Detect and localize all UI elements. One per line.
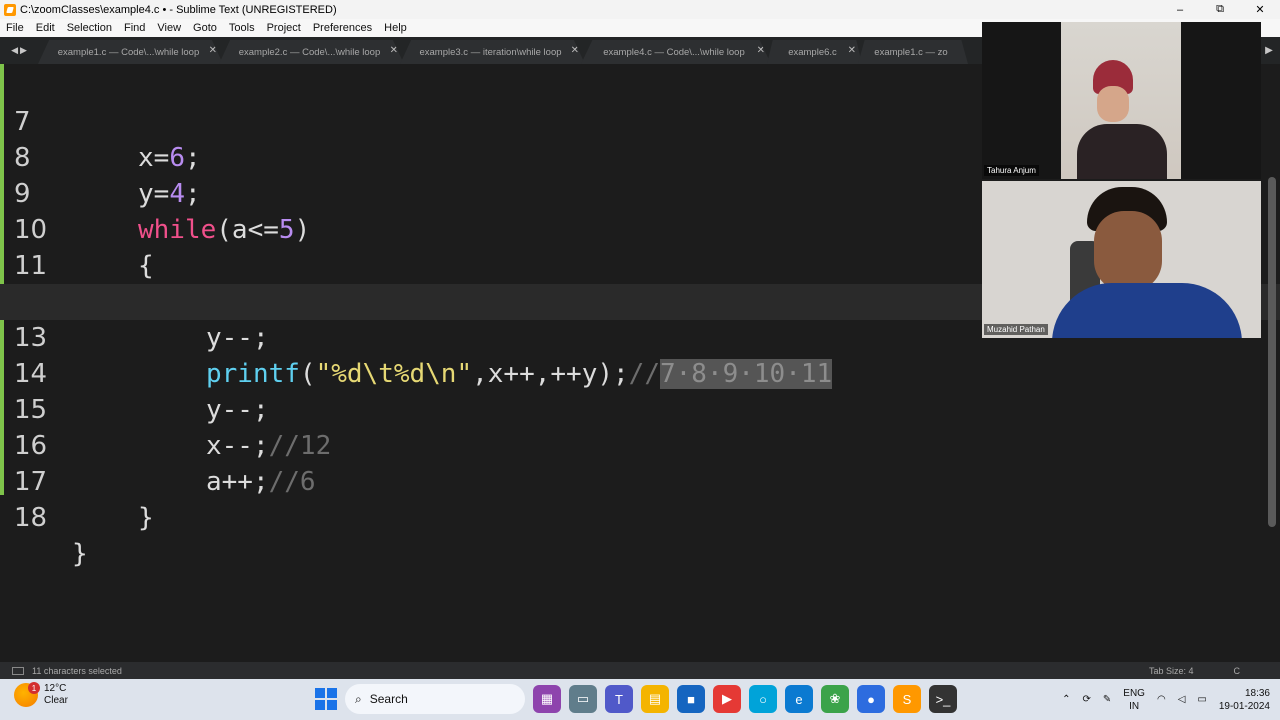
menu-view[interactable]: View (151, 22, 187, 34)
zoom-icon[interactable]: ● (857, 685, 885, 713)
cortana-icon[interactable]: ○ (749, 685, 777, 713)
syntax-mode[interactable]: C (1234, 666, 1241, 676)
close-icon[interactable]: ✕ (848, 45, 856, 56)
weather-text: 12°C Clear (44, 683, 68, 707)
tab-size[interactable]: Tab Size: 4 (1149, 666, 1194, 676)
language: ENG (1123, 687, 1145, 699)
file-explorer-icon[interactable]: ▤ (641, 685, 669, 713)
tab-example6[interactable]: example6.c ✕ (767, 40, 862, 64)
close-icon[interactable]: ✕ (757, 45, 765, 56)
pen-icon[interactable]: ✎ (1103, 694, 1111, 705)
start-button[interactable] (315, 688, 337, 710)
minimize-button[interactable]: – (1160, 0, 1200, 19)
tabs: example1.c — Code\...\while loop ✕ examp… (38, 37, 968, 64)
menu-selection[interactable]: Selection (61, 22, 118, 34)
weather-desc: Clear (44, 695, 68, 706)
search-label: Search (369, 692, 408, 706)
task-view-icon[interactable]: ▭ (569, 685, 597, 713)
menu-tools[interactable]: Tools (223, 22, 261, 34)
teams-icon[interactable]: T (605, 685, 633, 713)
volume-icon[interactable]: ◁ (1178, 694, 1186, 705)
face (1097, 86, 1129, 122)
panel-toggle-icon[interactable] (12, 666, 24, 675)
status-bar: 11 characters selected Tab Size: 4 C (0, 662, 1280, 679)
status-right: Tab Size: 4 C (1149, 662, 1280, 679)
wifi-icon[interactable]: ◠ (1157, 694, 1166, 705)
weather-widget[interactable]: 1 12°C Clear (14, 682, 68, 707)
scrollbar[interactable] (1268, 177, 1276, 527)
youtube-icon[interactable]: ▶ (713, 685, 741, 713)
tab-example1-zoom[interactable]: example1.c — zo (858, 40, 968, 64)
tab-label: example1.c — Code\...\while loop (57, 46, 200, 58)
close-icon[interactable]: ✕ (209, 45, 217, 56)
menu-find[interactable]: Find (118, 22, 151, 34)
close-button[interactable]: ✕ (1240, 0, 1280, 19)
code-text: } (72, 539, 88, 569)
title-bar: C:\zoomClasses\example4.c • - Sublime Te… (0, 0, 1280, 19)
maximize-button[interactable]: ⧉ (1200, 0, 1240, 19)
spring-icon[interactable]: ❀ (821, 685, 849, 713)
code-line-17[interactable]: 17 } (0, 428, 1280, 533)
store-icon[interactable]: ■ (677, 685, 705, 713)
participant-name: Muzahid Pathan (984, 324, 1048, 335)
search-box[interactable]: ⌕ Search (345, 684, 525, 714)
region: IN (1129, 700, 1140, 712)
terminal-icon[interactable]: >_ (929, 685, 957, 713)
tab-overflow-icon[interactable]: ▶ (1258, 37, 1280, 64)
participant-name: Tahura Anjum (984, 165, 1039, 176)
body (1077, 124, 1167, 179)
selection-status: 11 characters selected (32, 665, 122, 676)
tab-example2[interactable]: example2.c — Code\...\while loop ✕ (219, 40, 404, 64)
tab-example3[interactable]: example3.c — iteration\while loop ✕ (400, 40, 585, 64)
menu-project[interactable]: Project (261, 22, 307, 34)
tab-label: example6.c (788, 46, 837, 58)
line-number: 18 (14, 503, 48, 533)
video-tile-participant-2[interactable]: Muzahid Pathan (982, 181, 1261, 338)
tab-navigation[interactable]: ◀ ▶ (0, 37, 38, 64)
tab-example4[interactable]: example4.c — Code\...\while loop ✕ (581, 40, 771, 64)
code-line-16[interactable]: 16 a++;//6 (0, 392, 1280, 497)
close-icon[interactable]: ✕ (390, 45, 398, 56)
sync-icon[interactable]: ⟳ (1083, 694, 1091, 705)
taskbar-apps: ⌕ Search ▦ ▭ T ▤ ■ ▶ ○ e ❀ ● S >_ (315, 683, 957, 715)
menu-help[interactable]: Help (378, 22, 413, 34)
window-title: C:\zoomClasses\example4.c • - Sublime Te… (20, 3, 337, 16)
tab-label: example2.c — Code\...\while loop (238, 46, 381, 58)
widgets-icon[interactable]: ▦ (533, 685, 561, 713)
menu-edit[interactable]: Edit (30, 22, 61, 34)
face (1094, 211, 1162, 291)
menu-preferences[interactable]: Preferences (307, 22, 378, 34)
date: 19-01-2024 (1218, 700, 1270, 712)
body (1052, 283, 1242, 338)
system-tray: ⌃ ⟳ ✎ ENG IN ◠ ◁ ▭ 18:36 19-01-2024 (1056, 679, 1280, 720)
sublime-taskbar-icon[interactable]: S (893, 685, 921, 713)
tab-label: example3.c — iteration\while loop (419, 46, 562, 58)
clock[interactable]: 18:36 19-01-2024 (1219, 687, 1270, 713)
sublime-text-icon (4, 3, 16, 16)
search-icon: ⌕ (355, 691, 362, 706)
tab-label: example4.c — Code\...\while loop (603, 46, 745, 58)
edge-icon[interactable]: e (785, 685, 813, 713)
tab-label: example1.c — zo (874, 46, 948, 58)
notification-badge: 1 (28, 682, 40, 694)
menu-goto[interactable]: Goto (187, 22, 223, 34)
code-line-15[interactable]: 15 x--;//12 (0, 356, 1280, 461)
code-line-18[interactable]: 18 } (0, 464, 1280, 569)
video-feed (1061, 22, 1181, 179)
code-text: } (138, 503, 154, 533)
language-indicator[interactable]: ENG IN (1123, 687, 1145, 713)
chevron-right-icon[interactable]: ▶ (20, 45, 27, 56)
battery-icon[interactable]: ▭ (1197, 694, 1206, 705)
menu-file[interactable]: File (0, 22, 30, 34)
weather-temp: 12°C (44, 683, 67, 694)
taskbar: 1 12°C Clear ⌕ Search ▦ ▭ T ▤ ■ ▶ ○ e ❀ … (0, 679, 1280, 720)
chevron-left-icon[interactable]: ◀ (11, 45, 18, 56)
time: 18:36 (1244, 687, 1270, 699)
window-controls: – ⧉ ✕ (1160, 0, 1280, 19)
tab-example1[interactable]: example1.c — Code\...\while loop ✕ (38, 40, 223, 64)
chevron-up-icon[interactable]: ⌃ (1062, 694, 1070, 705)
close-icon[interactable]: ✕ (571, 45, 579, 56)
video-tile-participant-1[interactable]: Tahura Anjum (982, 22, 1261, 179)
